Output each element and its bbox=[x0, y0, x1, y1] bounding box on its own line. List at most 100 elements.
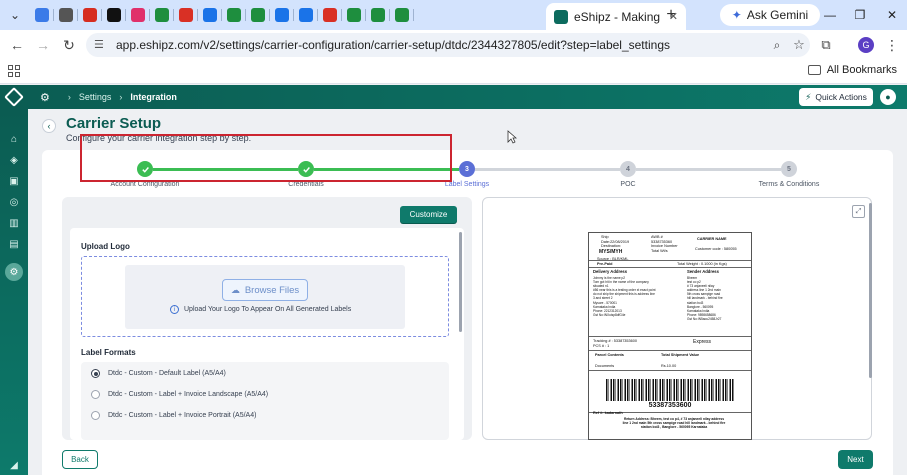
customize-button[interactable]: Customize bbox=[400, 206, 457, 223]
pinned-tab[interactable] bbox=[390, 0, 414, 30]
form-scrollbar[interactable] bbox=[459, 232, 462, 332]
pinned-tab-favicon-icon bbox=[251, 8, 265, 22]
sidebar-reports-icon[interactable]: ▥ bbox=[5, 214, 23, 232]
address-bar[interactable]: ☰ app.eshipz.com/v2/settings/carrier-con… bbox=[86, 33, 810, 57]
label-sender-address: Bheem test co p2 # 73 anjaneeli nilay ad… bbox=[687, 276, 723, 321]
pinned-tab[interactable] bbox=[78, 0, 102, 30]
sidebar-tracking-icon[interactable]: ◎ bbox=[5, 193, 23, 211]
pinned-tab[interactable] bbox=[150, 0, 174, 30]
pinned-tab[interactable] bbox=[198, 0, 222, 30]
pinned-tab[interactable] bbox=[342, 0, 366, 30]
annotation-highlight-box bbox=[80, 134, 452, 182]
sidebar-home-icon[interactable]: ⌂ bbox=[5, 130, 23, 148]
settings-gear-icon[interactable]: ⚙ bbox=[40, 91, 50, 104]
label-prepaid: Pre-Paid bbox=[597, 262, 613, 266]
browse-files-button[interactable]: ☁ Browse Files bbox=[222, 279, 308, 301]
step-5-label: Terms & Conditions bbox=[758, 181, 820, 188]
step-4-node[interactable]: 4 bbox=[620, 161, 636, 177]
info-icon: i bbox=[170, 305, 179, 314]
sidebar-orders-icon[interactable]: ◈ bbox=[5, 151, 23, 169]
label-delivery-address: Johnny is the name p2 Tom got hit in the… bbox=[593, 276, 656, 317]
restore-window-icon[interactable]: ❐ bbox=[845, 0, 875, 30]
extensions-icon[interactable]: ⧉ bbox=[816, 35, 836, 55]
cloud-upload-icon: ☁ bbox=[230, 284, 240, 295]
pinned-tab-favicon-icon bbox=[83, 8, 97, 22]
pinned-tab[interactable] bbox=[102, 0, 126, 30]
breadcrumb: ⚙ › Settings › Integration bbox=[40, 85, 177, 109]
sidebar-documents-icon[interactable]: ▤ bbox=[5, 235, 23, 253]
profile-avatar[interactable]: G bbox=[858, 37, 874, 53]
apps-grid-icon[interactable] bbox=[8, 65, 20, 77]
all-bookmarks[interactable]: All Bookmarks bbox=[807, 64, 897, 76]
awb-barcode bbox=[606, 379, 734, 401]
site-info-icon[interactable]: ☰ bbox=[94, 38, 108, 52]
pinned-tab[interactable] bbox=[318, 0, 342, 30]
all-bookmarks-label: All Bookmarks bbox=[826, 64, 897, 76]
awb-number: 53387353600 bbox=[648, 402, 692, 409]
fullscreen-icon[interactable]: ⤢ bbox=[852, 205, 865, 218]
pinned-tab[interactable] bbox=[30, 0, 54, 30]
preview-scrollbar[interactable] bbox=[869, 203, 872, 378]
pinned-tab[interactable] bbox=[174, 0, 198, 30]
step-4-label: POC bbox=[620, 181, 636, 188]
pinned-tab[interactable] bbox=[54, 0, 78, 30]
stepper-line-todo bbox=[636, 168, 781, 171]
sidebar-support-icon[interactable]: ◢ bbox=[5, 456, 23, 474]
forward-arrow-icon[interactable]: → bbox=[30, 32, 56, 58]
quick-actions-label: Quick Actions bbox=[815, 92, 867, 102]
label-formats-title: Label Formats bbox=[81, 348, 136, 357]
ask-gemini-label: Ask Gemini bbox=[746, 8, 809, 22]
step-5-node[interactable]: 5 bbox=[781, 161, 797, 177]
quick-actions-icon: ⚡ bbox=[805, 91, 812, 102]
label-total-weight: Total Weight : 0.1000 (in Kgs) bbox=[677, 262, 727, 266]
label-format-option[interactable]: Dtdc - Custom - Label + Invoice Landscap… bbox=[91, 390, 268, 399]
folder-icon bbox=[807, 65, 821, 75]
pinned-tabs bbox=[30, 0, 414, 30]
step-1-label: Account Configuration bbox=[110, 181, 180, 188]
close-window-icon[interactable]: ✕ bbox=[877, 0, 907, 30]
tab-search-icon[interactable]: ⌄ bbox=[4, 4, 26, 26]
active-tab-title: eShipz - Making bbox=[574, 9, 661, 24]
new-tab-icon[interactable]: + bbox=[660, 4, 682, 26]
label-format-option[interactable]: Dtdc - Custom - Label + Invoice Portrait… bbox=[91, 411, 256, 420]
pinned-tab[interactable] bbox=[294, 0, 318, 30]
url-text[interactable]: app.eshipz.com/v2/settings/carrier-confi… bbox=[116, 38, 766, 52]
breadcrumb-chevron-icon: › bbox=[119, 92, 123, 102]
breadcrumb-settings[interactable]: Settings bbox=[79, 92, 112, 102]
label-format-option[interactable]: Dtdc - Custom - Default Label (A5/A4) bbox=[91, 369, 226, 378]
label-sender-title: Sender Address bbox=[687, 269, 719, 274]
label-format-text: Dtdc - Custom - Default Label (A5/A4) bbox=[108, 370, 226, 377]
stepper-line-todo bbox=[475, 168, 620, 171]
quick-actions-button[interactable]: ⚡ Quick Actions bbox=[799, 88, 873, 106]
eshipz-logo-icon[interactable] bbox=[0, 85, 28, 109]
label-ref: Ref #: kadarnath bbox=[593, 411, 623, 415]
zoom-icon[interactable]: ⌕ bbox=[766, 38, 788, 53]
bookmarks-bar: All Bookmarks bbox=[0, 60, 907, 84]
user-account-icon[interactable]: ● bbox=[880, 89, 896, 105]
back-button[interactable]: Back bbox=[62, 450, 98, 469]
radio-button[interactable] bbox=[91, 369, 100, 378]
breadcrumb-chevron-icon: › bbox=[67, 92, 71, 102]
label-amount: Rs.10.00 bbox=[661, 364, 677, 368]
step-3-node[interactable]: 3 bbox=[459, 161, 475, 177]
collapse-sidebar-icon[interactable]: ‹ bbox=[42, 119, 56, 133]
pinned-tab-favicon-icon bbox=[155, 8, 169, 22]
pinned-tab[interactable] bbox=[246, 0, 270, 30]
pinned-tab[interactable] bbox=[126, 0, 150, 30]
pinned-tab-favicon-icon bbox=[35, 8, 49, 22]
reload-icon[interactable]: ↻ bbox=[56, 32, 82, 58]
sidebar-settings-icon[interactable]: ⚙ bbox=[5, 263, 23, 281]
next-button[interactable]: Next bbox=[838, 450, 873, 469]
pinned-tab[interactable] bbox=[366, 0, 390, 30]
sidebar-shipments-icon[interactable]: ▣ bbox=[5, 172, 23, 190]
ask-gemini-button[interactable]: ✦ Ask Gemini bbox=[720, 4, 820, 26]
pinned-tab[interactable] bbox=[222, 0, 246, 30]
minimize-window-icon[interactable]: — bbox=[815, 0, 845, 30]
pinned-tab-favicon-icon bbox=[203, 8, 217, 22]
radio-button[interactable] bbox=[91, 411, 100, 420]
browser-menu-icon[interactable]: ⋮ bbox=[882, 35, 902, 55]
back-arrow-icon[interactable]: ← bbox=[4, 32, 30, 58]
radio-button[interactable] bbox=[91, 390, 100, 399]
pinned-tab[interactable] bbox=[270, 0, 294, 30]
bookmark-star-icon[interactable]: ☆ bbox=[788, 37, 810, 53]
